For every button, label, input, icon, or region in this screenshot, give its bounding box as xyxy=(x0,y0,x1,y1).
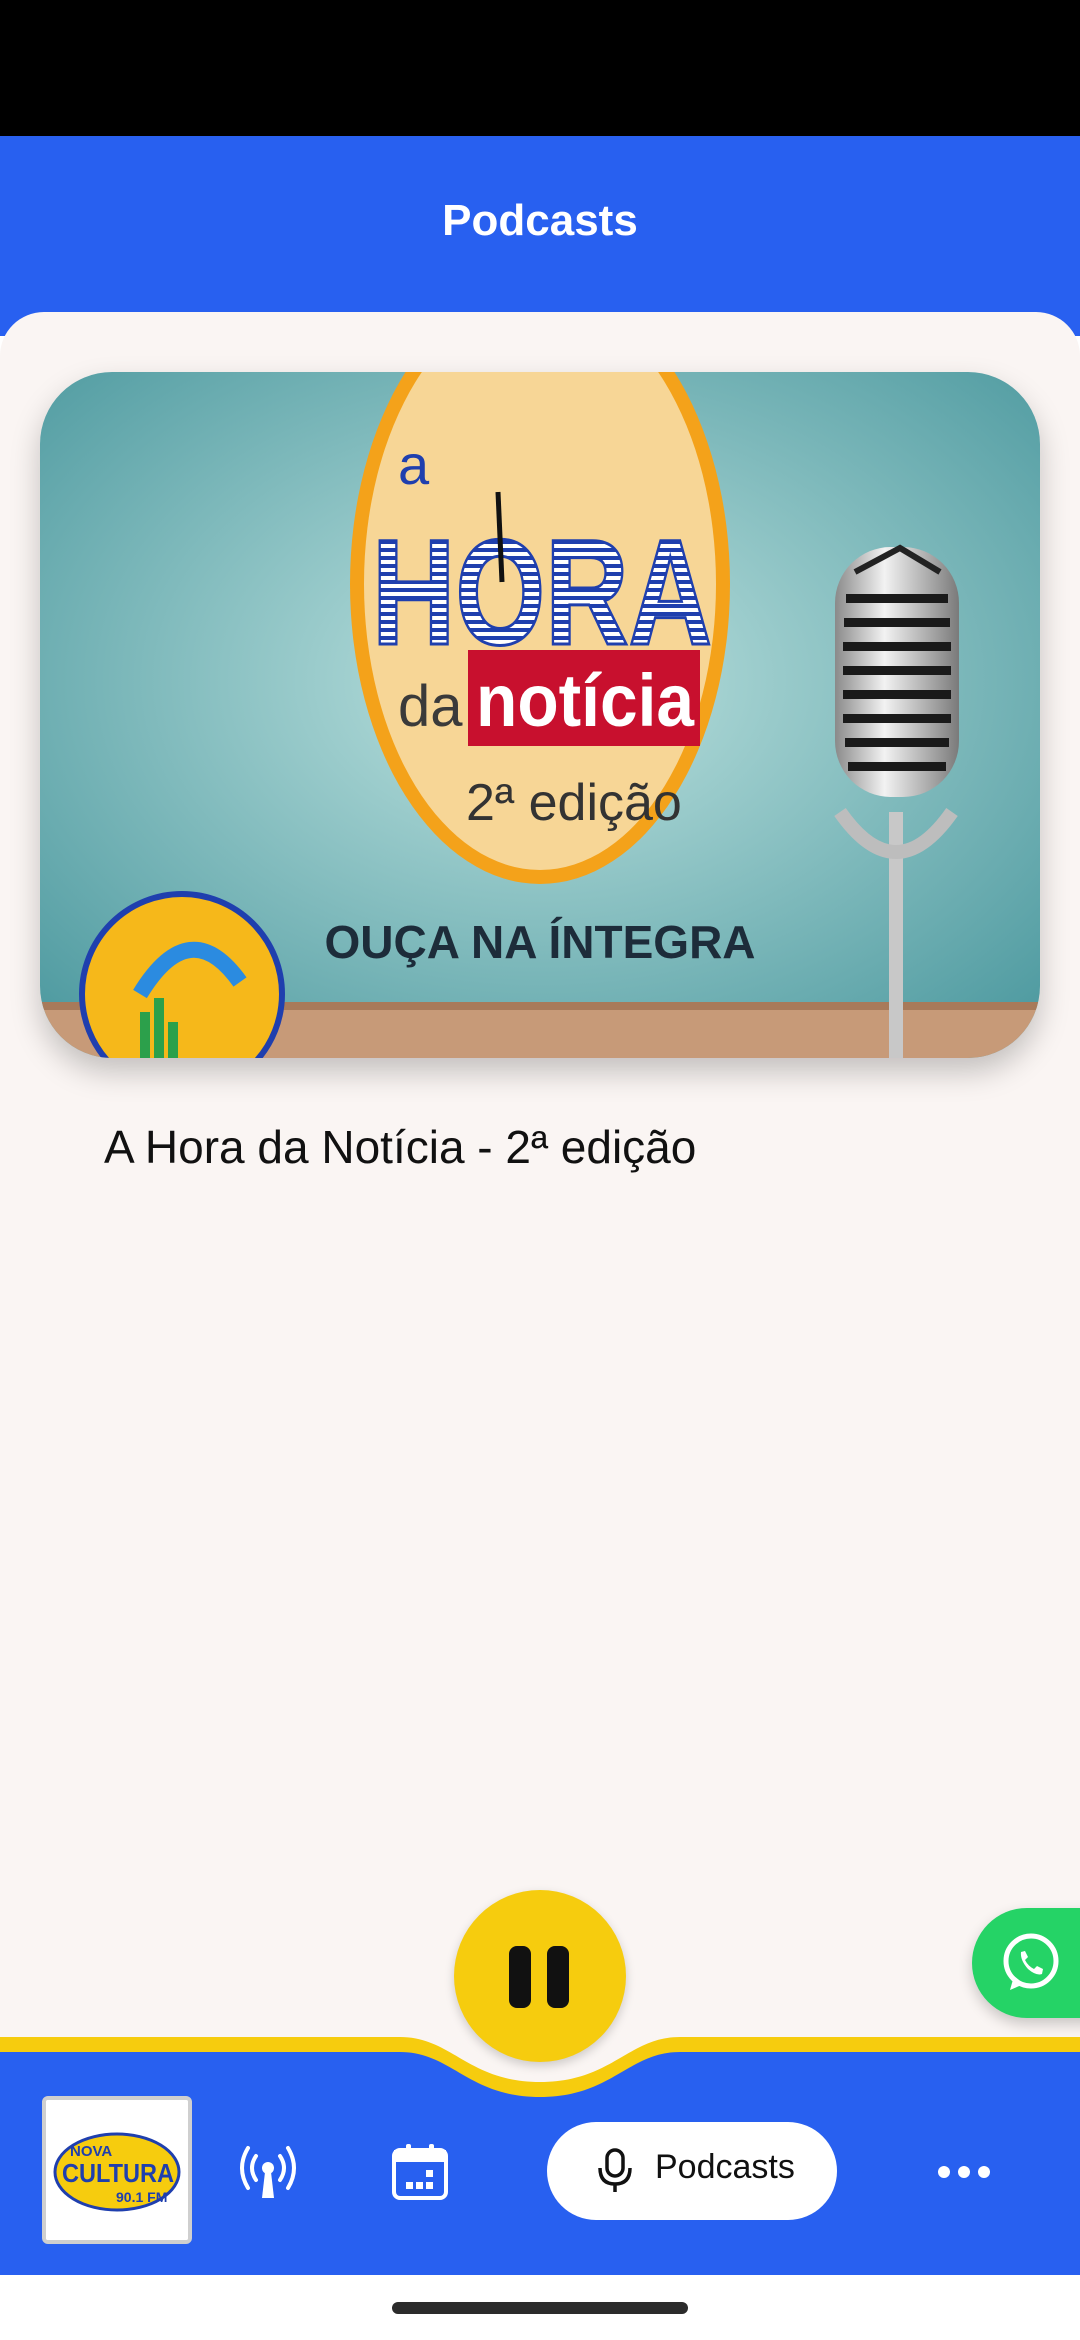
whatsapp-icon xyxy=(1003,1933,1059,1990)
more-icon xyxy=(938,2166,990,2178)
podcast-title[interactable]: A Hora da Notícia - 2ª edição xyxy=(104,1120,696,1174)
microphone-icon xyxy=(598,2148,632,2192)
podcast-card[interactable]: a HORA da notícia 2ª edição OUÇA NA ÍNTE… xyxy=(40,372,1040,1173)
page-title: Podcasts xyxy=(442,196,638,245)
broadcast-icon xyxy=(240,2146,296,2198)
station-logo-line3: 90.1 FM xyxy=(116,2189,167,2205)
station-logo[interactable]: NOVA CULTURA 90.1 FM xyxy=(42,2096,192,2244)
status-bar xyxy=(0,0,1080,136)
nav-schedule[interactable] xyxy=(388,2140,452,2204)
app-header: Podcasts xyxy=(0,136,1080,336)
cover-line-noticia: notícia xyxy=(476,659,695,742)
nav-podcasts-label: Podcasts xyxy=(655,2148,795,2186)
nav-live-radio[interactable] xyxy=(236,2140,300,2204)
main-content: a HORA da notícia 2ª edição OUÇA NA ÍNTE… xyxy=(0,312,1080,2082)
station-logo-line2: CULTURA xyxy=(62,2158,174,2188)
pause-button[interactable] xyxy=(454,1890,626,2062)
cover-line-a: a xyxy=(398,433,430,496)
cover-line-da: da xyxy=(398,674,463,739)
podcast-cover-image[interactable]: a HORA da notícia 2ª edição OUÇA NA ÍNTE… xyxy=(40,372,1040,1058)
calendar-icon xyxy=(392,2144,448,2200)
nav-podcasts[interactable]: Podcasts xyxy=(547,2122,837,2220)
whatsapp-button[interactable] xyxy=(972,1908,1080,2018)
home-indicator[interactable] xyxy=(392,2302,688,2314)
cover-caption: OUÇA NA ÍNTEGRA xyxy=(324,916,755,968)
nav-more[interactable] xyxy=(932,2140,996,2204)
cover-line-edicao: 2ª edição xyxy=(466,774,682,832)
